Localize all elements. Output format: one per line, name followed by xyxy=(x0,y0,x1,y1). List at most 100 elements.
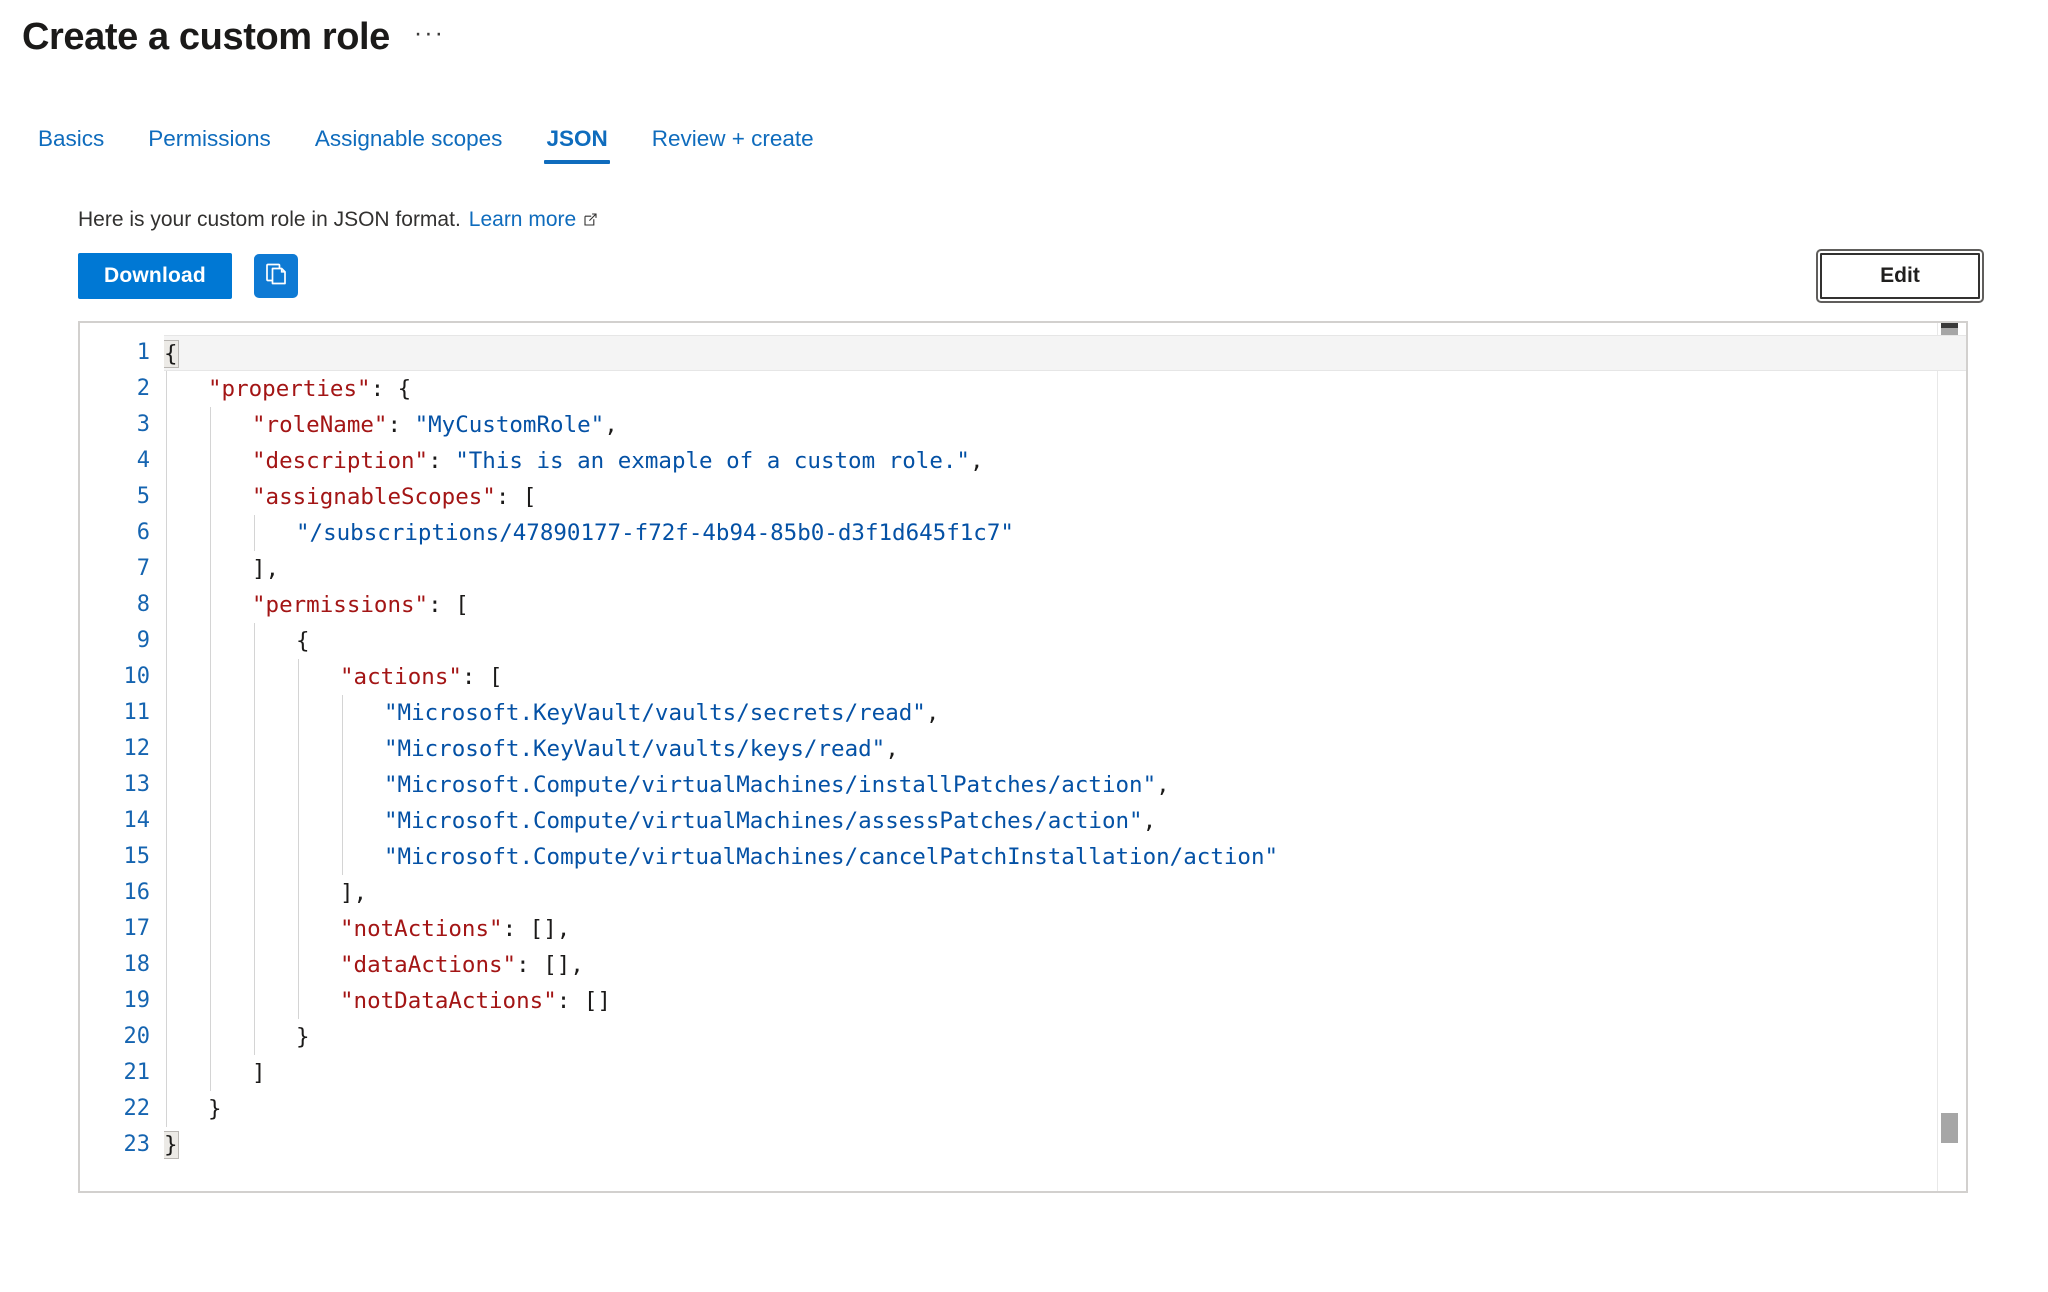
line-number: 14 xyxy=(123,807,151,833)
json-editor-inner: 1 2 3 4 5 6 7 8 9 10 11 12 13 14 15 16 17 18 19 20 21 22 23 {"… xyxy=(80,323,1966,1191)
line-number: 23 xyxy=(123,1131,151,1157)
code-token: { xyxy=(164,339,179,368)
code-line[interactable]: "/subscriptions/47890177-f72f-4b94-85b0-… xyxy=(164,515,1966,551)
line-number: 21 xyxy=(123,1059,151,1085)
line-number: 13 xyxy=(123,771,151,797)
code-line[interactable]: "notDataActions": [] xyxy=(164,983,1966,1019)
code-token: "Microsoft.KeyVault/vaults/keys/read" xyxy=(384,735,886,762)
line-number: 16 xyxy=(123,879,151,905)
line-number: 9 xyxy=(136,627,150,653)
code-token: , xyxy=(1142,807,1157,834)
code-token: "roleName" xyxy=(252,411,388,438)
line-number: 20 xyxy=(123,1023,151,1049)
wizard-tabs: Basics Permissions Assignable scopes JSO… xyxy=(0,120,2048,164)
code-line[interactable]: ] xyxy=(164,1055,1966,1091)
code-line[interactable]: { xyxy=(164,623,1966,659)
code-token: } xyxy=(164,1130,179,1159)
line-number: 18 xyxy=(123,951,151,977)
code-line[interactable]: "properties": { xyxy=(164,371,1966,407)
code-token: "notDataActions" xyxy=(340,987,557,1014)
code-line[interactable]: "Microsoft.Compute/virtualMachines/asses… xyxy=(164,803,1966,839)
code-token: , xyxy=(604,411,618,438)
download-button[interactable]: Download xyxy=(78,252,232,299)
code-token: { xyxy=(296,627,310,654)
code-token: "Microsoft.Compute/virtualMachines/cance… xyxy=(384,843,1279,870)
json-editor[interactable]: 1 2 3 4 5 6 7 8 9 10 11 12 13 14 15 16 17 18 19 20 21 22 23 {"… xyxy=(78,320,1968,1193)
line-number: 19 xyxy=(123,987,151,1013)
code-token: ], xyxy=(252,555,280,582)
line-number: 1 xyxy=(136,339,150,365)
line-number: 12 xyxy=(123,735,151,761)
code-token: , xyxy=(969,447,984,474)
code-token: "notActions" xyxy=(340,915,503,942)
code-token: : { xyxy=(370,375,412,402)
edit-button[interactable]: Edit xyxy=(1816,248,1984,303)
copy-to-clipboard-button[interactable] xyxy=(253,253,298,298)
code-token: , xyxy=(1156,771,1170,798)
code-token: "properties" xyxy=(208,375,371,402)
line-number: 8 xyxy=(136,591,150,617)
page-title: Create a custom role xyxy=(22,16,390,58)
code-line[interactable]: "roleName": "MyCustomRole", xyxy=(164,407,1966,443)
code-line[interactable]: { xyxy=(164,334,1966,371)
line-number: 5 xyxy=(136,483,150,509)
code-token: "/subscriptions/47890177-f72f-4b94-85b0-… xyxy=(296,519,1014,546)
code-token: "Microsoft.Compute/virtualMachines/asses… xyxy=(384,807,1143,834)
description-row: Here is your custom role in JSON format.… xyxy=(78,206,2048,233)
code-token: ] xyxy=(252,1059,266,1086)
code-line[interactable]: ], xyxy=(164,875,1966,911)
code-token: : xyxy=(387,411,415,438)
code-line[interactable]: "assignableScopes": [ xyxy=(164,479,1966,515)
code-line[interactable]: } xyxy=(164,1091,1966,1127)
code-line[interactable]: "actions": [ xyxy=(164,659,1966,695)
line-number: 7 xyxy=(136,555,150,581)
copy-icon xyxy=(263,261,289,290)
code-line[interactable]: "Microsoft.Compute/virtualMachines/insta… xyxy=(164,767,1966,803)
tab-review-create[interactable]: Review + create xyxy=(630,125,836,164)
code-token: : [], xyxy=(516,951,584,978)
more-options-button[interactable]: ··· xyxy=(408,15,451,60)
line-number: 2 xyxy=(136,375,150,401)
line-number: 3 xyxy=(136,411,150,437)
code-token: : [ xyxy=(428,591,469,618)
tab-json[interactable]: JSON xyxy=(524,125,629,164)
code-line[interactable]: "description": "This is an exmaple of a … xyxy=(164,443,1966,479)
tab-basics[interactable]: Basics xyxy=(38,125,126,164)
learn-more-label: Learn more xyxy=(468,207,577,231)
code-line[interactable]: "permissions": [ xyxy=(164,587,1966,623)
tab-permissions[interactable]: Permissions xyxy=(126,125,293,164)
line-number: 17 xyxy=(123,915,151,941)
line-number: 15 xyxy=(123,843,151,869)
code-line[interactable]: "notActions": [], xyxy=(164,911,1966,947)
tab-assignable-scopes[interactable]: Assignable scopes xyxy=(293,125,525,164)
external-link-icon xyxy=(583,207,598,226)
command-bar: Download Edit xyxy=(78,248,2048,303)
code-token: "assignableScopes" xyxy=(252,483,496,510)
code-token: , xyxy=(925,699,940,726)
line-number: 11 xyxy=(123,699,151,725)
line-number-gutter: 1 2 3 4 5 6 7 8 9 10 11 12 13 14 15 16 17 18 19 20 21 22 23 xyxy=(80,323,164,1191)
code-token: "MyCustomRole" xyxy=(414,411,605,438)
code-token: "This is an exmaple of a custom role." xyxy=(455,447,970,474)
code-line[interactable]: "Microsoft.KeyVault/vaults/secrets/read"… xyxy=(164,695,1966,731)
page-header: Create a custom role ··· xyxy=(0,0,2048,62)
code-token: "actions" xyxy=(340,663,462,690)
description-text: Here is your custom role in JSON format. xyxy=(78,207,461,231)
code-line[interactable]: "dataActions": [], xyxy=(164,947,1966,983)
code-line[interactable]: } xyxy=(164,1127,1966,1163)
line-number: 10 xyxy=(123,663,151,689)
line-number: 22 xyxy=(123,1095,151,1121)
code-token: "description" xyxy=(252,447,429,474)
code-line[interactable]: ], xyxy=(164,551,1966,587)
code-line[interactable]: } xyxy=(164,1019,1966,1055)
code-token: } xyxy=(208,1095,222,1122)
code-line[interactable]: "Microsoft.KeyVault/vaults/keys/read", xyxy=(164,731,1966,767)
code-content[interactable]: {"properties": {"roleName": "MyCustomRol… xyxy=(164,323,1966,1191)
code-line[interactable]: "Microsoft.Compute/virtualMachines/cance… xyxy=(164,839,1966,875)
code-token: : [ xyxy=(461,663,503,690)
line-number: 4 xyxy=(136,447,150,473)
code-token: , xyxy=(885,735,899,762)
code-token: "Microsoft.Compute/virtualMachines/insta… xyxy=(384,771,1157,798)
learn-more-link[interactable]: Learn more xyxy=(469,206,598,233)
code-token: : [ xyxy=(495,483,537,510)
